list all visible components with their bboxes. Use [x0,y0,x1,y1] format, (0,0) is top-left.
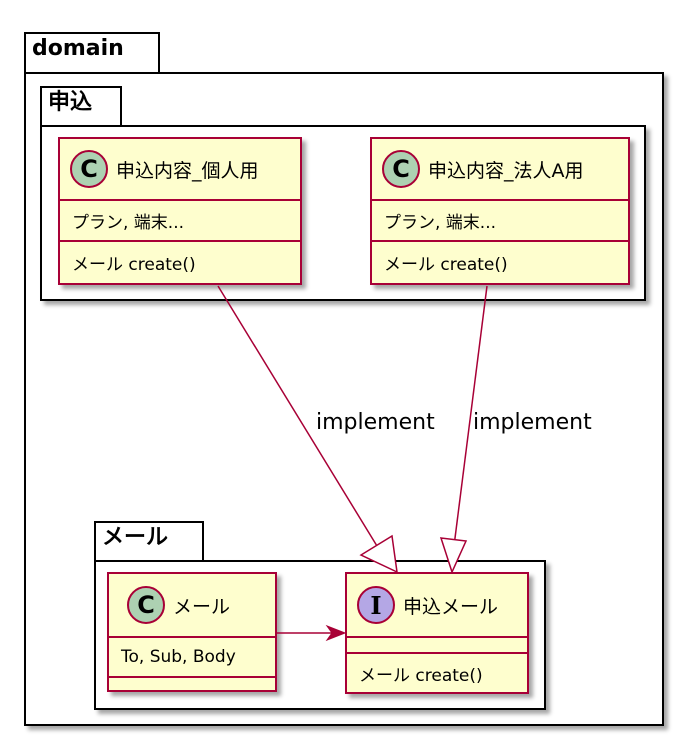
relations-layer [217,285,488,642]
edge-label-kojin: implement [316,410,435,435]
edge-mail-to-interface [277,624,347,642]
edge-label-houjin: implement [473,410,592,435]
